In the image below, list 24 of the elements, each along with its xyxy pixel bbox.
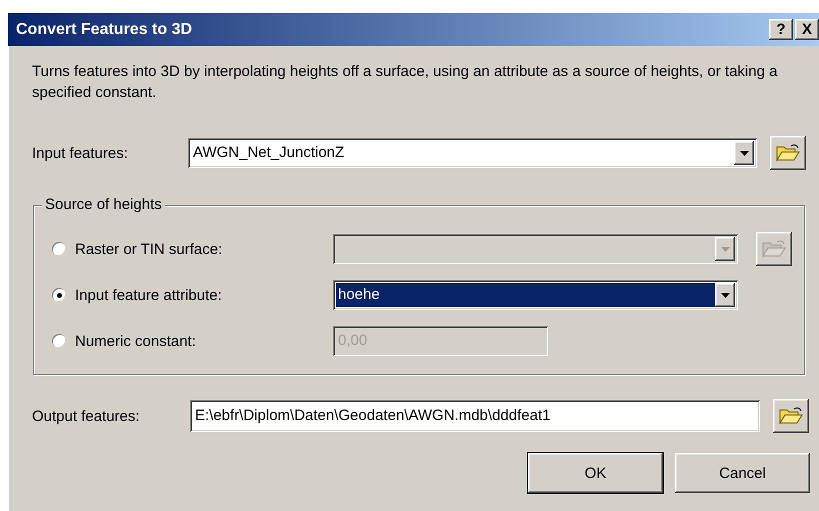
option-label: Raster or TIN surface: <box>75 240 224 258</box>
dropdown-arrow-icon <box>720 246 730 252</box>
folder-icon <box>776 143 800 163</box>
folder-icon <box>762 239 786 259</box>
option-label: Numeric constant: <box>75 332 197 350</box>
close-button[interactable]: X <box>795 19 819 40</box>
option-label: Input feature attribute: <box>75 286 223 304</box>
output-path-field[interactable]: E:\ebfr\Diplom\Daten\Geodaten\AWGN.mdb\dddfeat1 <box>190 400 760 432</box>
description-text: Turns features into 3D by interpolating heights off a surface, using an attribute as a source of heights, or taking a specified constant. <box>32 62 778 103</box>
browse-button[interactable] <box>770 136 806 170</box>
browse-button[interactable] <box>773 399 809 433</box>
field-label: Output features: <box>32 408 141 424</box>
cancel-button[interactable]: Cancel <box>675 453 810 493</box>
window-title: Convert Features to 3D <box>16 20 194 38</box>
field-label: Input features: <box>32 144 129 162</box>
group-title: Source of heights <box>42 196 165 213</box>
dropdown[interactable]: hoehe <box>333 280 738 310</box>
folder-icon <box>779 406 803 426</box>
ok-button[interactable]: OK <box>528 453 663 493</box>
help-button[interactable]: ? <box>769 19 793 40</box>
dropdown-arrow-icon <box>720 292 730 298</box>
radio-button[interactable] <box>52 288 66 302</box>
dropdown[interactable]: AWGN_Net_JunctionZ <box>188 138 757 168</box>
dropdown-arrow-icon <box>740 150 748 156</box>
